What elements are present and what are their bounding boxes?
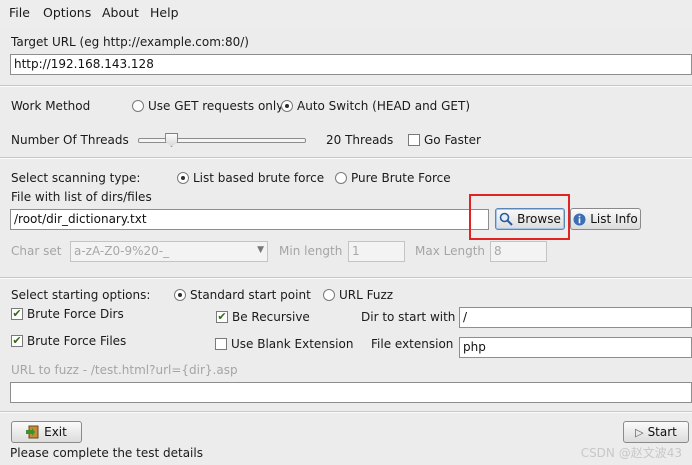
auto-switch-label[interactable]: Auto Switch (HEAD and GET)	[297, 99, 470, 113]
divider	[0, 277, 692, 279]
play-icon: ▷	[635, 425, 644, 439]
threads-value: 20 Threads	[326, 133, 394, 147]
max-length-label: Max Length	[415, 244, 486, 258]
target-url-input[interactable]: http://192.168.143.128	[10, 54, 692, 75]
recursive-label[interactable]: Be Recursive	[232, 310, 310, 324]
brute-files-label[interactable]: Brute Force Files	[27, 334, 126, 348]
menu-bar: File Options About Help	[0, 0, 692, 26]
auto-switch-radio[interactable]	[281, 100, 293, 112]
scan-type-label: Select scanning type:	[11, 171, 141, 185]
work-method-label: Work Method	[11, 99, 91, 113]
file-list-label: File with list of dirs/files	[11, 190, 152, 204]
min-length-input[interactable]: 1	[348, 241, 405, 262]
highlight-box	[469, 194, 570, 240]
charset-value: a-zA-Z0-9%20-_	[74, 244, 170, 258]
exit-door-icon	[26, 425, 39, 439]
get-only-radio[interactable]	[132, 100, 144, 112]
charset-label: Char set	[11, 244, 62, 258]
fuzz-url-label: URL to fuzz - /test.html?url={dir}.asp	[11, 363, 238, 377]
threads-slider-track[interactable]	[138, 138, 306, 143]
menu-file[interactable]: File	[9, 5, 30, 20]
divider	[0, 157, 692, 159]
list-brute-radio[interactable]	[177, 172, 189, 184]
brute-files-checkbox[interactable]: ✔	[11, 335, 23, 347]
list-brute-label[interactable]: List based brute force	[193, 171, 324, 185]
target-url-label: Target URL (eg http://example.com:80/)	[11, 35, 249, 49]
url-fuzz-radio[interactable]	[323, 289, 335, 301]
recursive-checkbox[interactable]: ✔	[216, 311, 228, 323]
status-text: Please complete the test details	[10, 446, 203, 460]
brute-dirs-checkbox[interactable]: ✔	[11, 308, 23, 320]
pure-brute-label[interactable]: Pure Brute Force	[351, 171, 451, 185]
go-faster-label[interactable]: Go Faster	[424, 133, 481, 147]
file-ext-input[interactable]: php	[459, 337, 692, 358]
menu-help[interactable]: Help	[150, 5, 179, 20]
start-label: Start	[647, 425, 677, 439]
divider	[0, 85, 692, 87]
list-info-button[interactable]: List Info	[570, 208, 641, 230]
dir-start-input[interactable]: /	[459, 307, 692, 328]
start-options-label: Select starting options:	[11, 288, 151, 302]
exit-button[interactable]: Exit	[11, 421, 82, 443]
threads-slider-thumb[interactable]	[165, 133, 179, 147]
url-fuzz-label[interactable]: URL Fuzz	[339, 288, 393, 302]
blank-ext-label[interactable]: Use Blank Extension	[231, 337, 353, 351]
watermark-text: CSDN @赵文波43	[580, 446, 682, 460]
standard-start-label[interactable]: Standard start point	[190, 288, 311, 302]
start-button[interactable]: ▷ Start	[623, 421, 689, 443]
divider	[0, 411, 692, 413]
exit-label: Exit	[44, 425, 67, 439]
charset-select[interactable]: a-zA-Z0-9%20-_ ▼	[70, 241, 268, 262]
file-list-input[interactable]: /root/dir_dictionary.txt	[10, 209, 489, 230]
pure-brute-radio[interactable]	[335, 172, 347, 184]
blank-ext-checkbox[interactable]	[215, 338, 227, 350]
fuzz-url-input[interactable]	[10, 382, 692, 403]
menu-options[interactable]: Options	[43, 5, 91, 20]
chevron-down-icon: ▼	[257, 245, 264, 255]
menu-about[interactable]: About	[102, 5, 139, 20]
go-faster-checkbox[interactable]	[408, 134, 420, 146]
dir-start-label: Dir to start with	[361, 310, 456, 324]
standard-start-radio[interactable]	[174, 289, 186, 301]
threads-label: Number Of Threads	[11, 133, 129, 147]
info-icon	[573, 213, 586, 225]
max-length-input[interactable]: 8	[490, 241, 547, 262]
list-info-label: List Info	[590, 212, 638, 226]
get-only-label[interactable]: Use GET requests only	[148, 99, 283, 113]
brute-dirs-label[interactable]: Brute Force Dirs	[27, 307, 124, 321]
file-ext-label: File extension	[371, 337, 454, 351]
min-length-label: Min length	[279, 244, 343, 258]
